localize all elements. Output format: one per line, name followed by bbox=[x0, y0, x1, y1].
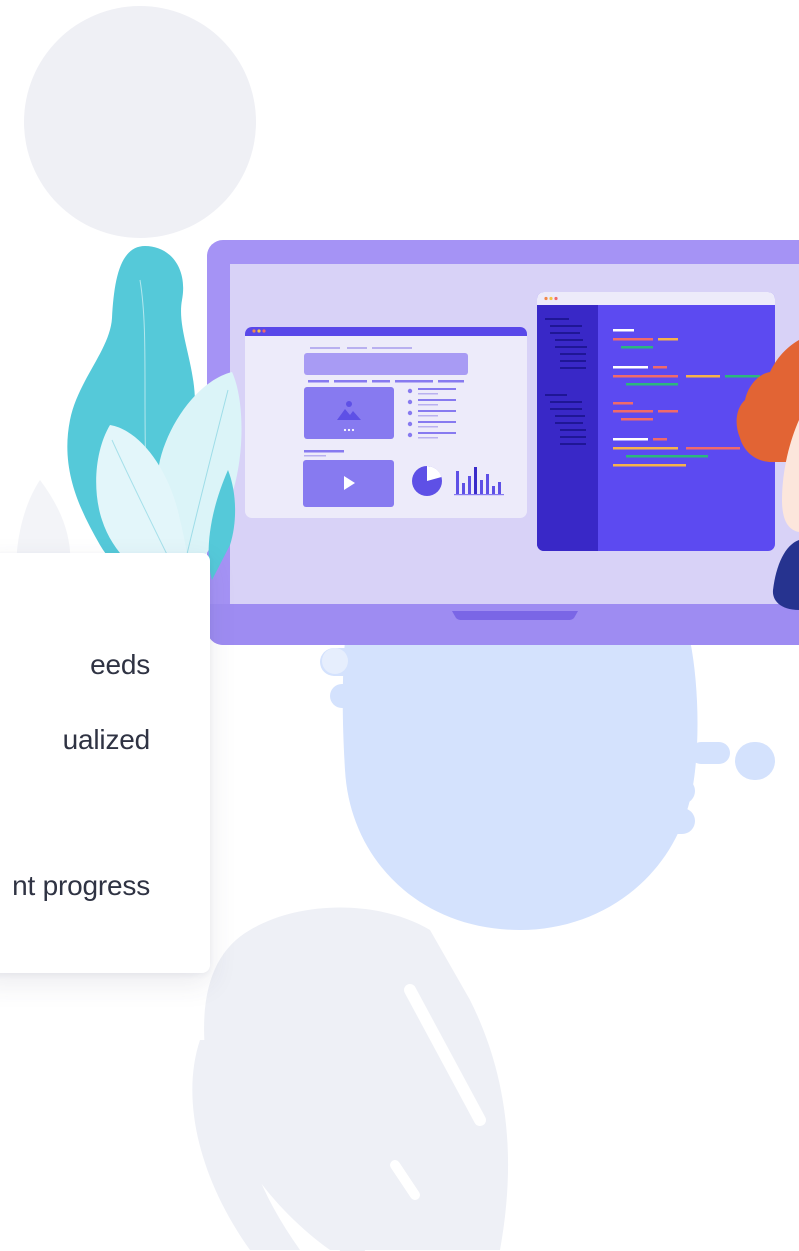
blob-bubble bbox=[322, 648, 348, 674]
feature-text-2: ualized bbox=[62, 724, 151, 755]
feature-card: eeds ualized nt progress bbox=[0, 553, 210, 973]
browser-window bbox=[245, 327, 527, 518]
laptop-notch bbox=[452, 611, 578, 620]
feature-text-1: eeds bbox=[90, 649, 150, 680]
laptop bbox=[207, 240, 799, 645]
pie-chart-icon bbox=[412, 465, 442, 496]
feature-text-3: nt progress bbox=[12, 870, 150, 901]
background-circle bbox=[24, 6, 256, 238]
laptop-base bbox=[207, 604, 799, 645]
background-blob-blue bbox=[320, 640, 775, 930]
